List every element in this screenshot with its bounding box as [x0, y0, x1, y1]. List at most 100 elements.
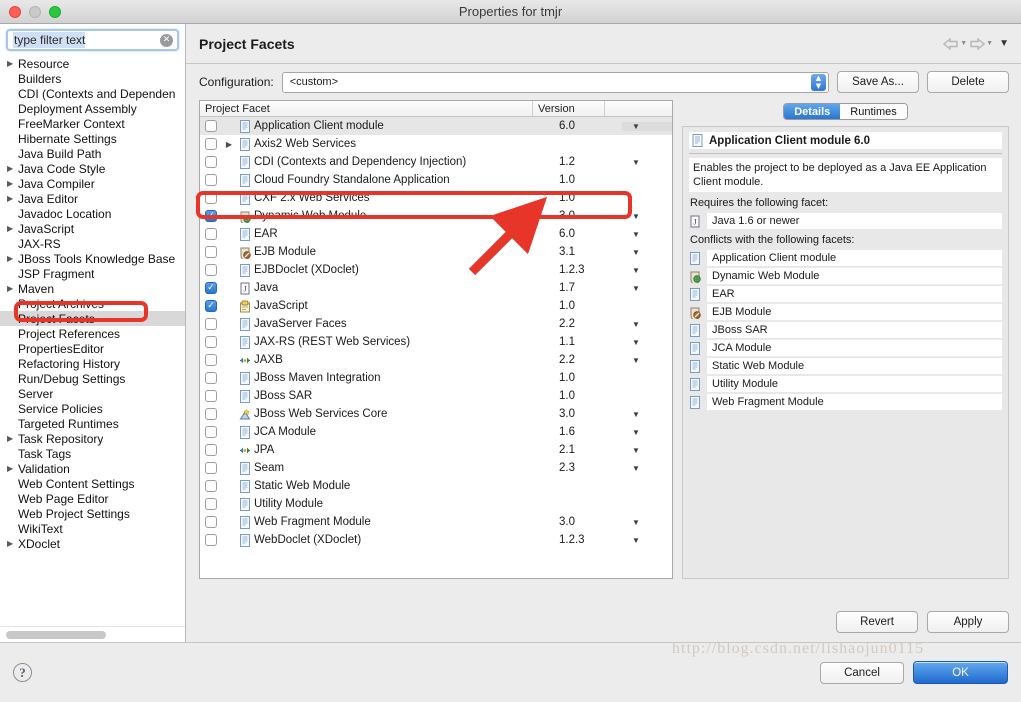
sidebar-item-java-compiler[interactable]: ▶ Java Compiler [0, 176, 185, 191]
sidebar-item-jsp-fragment[interactable]: JSP Fragment [0, 266, 185, 281]
page-menu-chevron-down-icon[interactable]: ▼ [999, 38, 1009, 49]
checkbox-icon[interactable] [205, 354, 217, 366]
table-row[interactable]: Web Fragment Module 3.0 ▼ [200, 513, 672, 531]
expand-triangle-icon[interactable]: ▶ [7, 224, 18, 233]
clear-circle-icon[interactable]: ✕ [160, 33, 173, 47]
table-row[interactable]: ✓ JavaScript 1.0 [200, 297, 672, 315]
version-dropdown-chevron-down-icon[interactable]: ▼ [622, 284, 672, 293]
version-dropdown-chevron-down-icon[interactable]: ▼ [622, 248, 672, 257]
sidebar-item-server[interactable]: Server [0, 386, 185, 401]
table-row[interactable]: JPA 2.1 ▼ [200, 441, 672, 459]
sidebar-item-web-project-settings[interactable]: Web Project Settings [0, 506, 185, 521]
details-tabs[interactable]: Details Runtimes [682, 100, 1009, 120]
checkbox-icon[interactable] [205, 516, 217, 528]
sidebar-item-jboss-tools-knowledge-base[interactable]: ▶ JBoss Tools Knowledge Base [0, 251, 185, 266]
expand-triangle-icon[interactable]: ▶ [7, 284, 18, 293]
sidebar-item-project-facets[interactable]: Project Facets [0, 311, 185, 326]
expand-triangle-icon[interactable]: ▶ [7, 254, 18, 263]
table-row[interactable]: JBoss Maven Integration 1.0 [200, 369, 672, 387]
expand-triangle-icon[interactable]: ▶ [7, 194, 18, 203]
checkbox-icon[interactable] [205, 462, 217, 474]
sidebar-item-wikitext[interactable]: WikiText [0, 521, 185, 536]
table-row[interactable]: JBoss Web Services Core 3.0 ▼ [200, 405, 672, 423]
delete-button[interactable]: Delete [927, 71, 1009, 93]
sidebar-item-refactoring-history[interactable]: Refactoring History [0, 356, 185, 371]
column-header-version[interactable]: Version [533, 101, 605, 116]
facet-checkbox[interactable] [200, 120, 222, 132]
column-header-project-facet[interactable]: Project Facet [200, 101, 533, 116]
checkbox-icon[interactable] [205, 408, 217, 420]
revert-button[interactable]: Revert [836, 611, 918, 633]
checkbox-icon[interactable] [205, 192, 217, 204]
facet-checkbox[interactable] [200, 318, 222, 330]
checkbox-icon[interactable] [205, 228, 217, 240]
sidebar-item-web-content-settings[interactable]: Web Content Settings [0, 476, 185, 491]
facet-checkbox[interactable] [200, 264, 222, 276]
table-row[interactable]: ▶ Axis2 Web Services [200, 135, 672, 153]
table-row[interactable]: JAX-RS (REST Web Services) 1.1 ▼ [200, 333, 672, 351]
sidebar-item-propertieseditor[interactable]: PropertiesEditor [0, 341, 185, 356]
table-row[interactable]: CXF 2.x Web Services 1.0 [200, 189, 672, 207]
facet-checkbox[interactable] [200, 174, 222, 186]
facet-checkbox[interactable] [200, 408, 222, 420]
sidebar-item-freemarker-context[interactable]: FreeMarker Context [0, 116, 185, 131]
expand-triangle-icon[interactable]: ▶ [7, 464, 18, 473]
facet-checkbox[interactable] [200, 516, 222, 528]
cancel-button[interactable]: Cancel [820, 661, 904, 684]
tab-details[interactable]: Details [784, 104, 841, 119]
help-icon[interactable]: ? [13, 663, 32, 682]
checkbox-icon[interactable] [205, 336, 217, 348]
checkbox-icon[interactable] [205, 498, 217, 510]
ok-button[interactable]: OK [913, 661, 1008, 684]
checkbox-icon[interactable] [205, 264, 217, 276]
facet-checkbox[interactable] [200, 480, 222, 492]
column-header-blank[interactable] [605, 101, 672, 116]
facet-checkbox[interactable] [200, 498, 222, 510]
checkbox-icon[interactable] [205, 372, 217, 384]
table-row[interactable]: Cloud Foundry Standalone Application 1.0 [200, 171, 672, 189]
sidebar-item-deployment-assembly[interactable]: Deployment Assembly [0, 101, 185, 116]
checkbox-icon[interactable] [205, 138, 217, 150]
version-dropdown-chevron-down-icon[interactable]: ▼ [622, 338, 672, 347]
facet-checkbox[interactable] [200, 228, 222, 240]
facet-checkbox[interactable] [200, 138, 222, 150]
version-dropdown-chevron-down-icon[interactable]: ▼ [622, 428, 672, 437]
expand-triangle-icon[interactable]: ▶ [7, 434, 18, 443]
facet-checkbox[interactable]: ✓ [200, 300, 222, 312]
version-dropdown-chevron-down-icon[interactable]: ▼ [622, 266, 672, 275]
table-row[interactable]: JAXB 2.2 ▼ [200, 351, 672, 369]
sidebar-item-cdi-contexts-and-dependen[interactable]: CDI (Contexts and Dependen [0, 86, 185, 101]
tab-runtimes[interactable]: Runtimes [840, 104, 907, 119]
table-row[interactable]: Seam 2.3 ▼ [200, 459, 672, 477]
chevron-down-icon[interactable]: ▼ [960, 40, 967, 47]
version-dropdown-chevron-down-icon[interactable]: ▼ [622, 121, 672, 131]
facet-checkbox[interactable] [200, 372, 222, 384]
facet-checkbox[interactable] [200, 354, 222, 366]
facet-checkbox[interactable]: ✓ [200, 282, 222, 294]
checkbox-icon[interactable] [205, 444, 217, 456]
facet-checkbox[interactable] [200, 192, 222, 204]
checkbox-icon[interactable] [205, 390, 217, 402]
checkbox-icon[interactable] [205, 156, 217, 168]
scrollbar-thumb[interactable] [6, 630, 106, 639]
version-dropdown-chevron-down-icon[interactable]: ▼ [622, 410, 672, 419]
checkbox-checked-icon[interactable]: ✓ [205, 300, 217, 312]
table-row[interactable]: EJBDoclet (XDoclet) 1.2.3 ▼ [200, 261, 672, 279]
checkbox-icon[interactable] [205, 480, 217, 492]
sidebar-horizontal-scrollbar[interactable] [0, 626, 185, 642]
table-row[interactable]: Static Web Module [200, 477, 672, 495]
facet-checkbox[interactable] [200, 426, 222, 438]
version-dropdown-chevron-down-icon[interactable]: ▼ [622, 446, 672, 455]
sidebar-item-project-references[interactable]: Project References [0, 326, 185, 341]
search-input[interactable]: type filter text ✕ [6, 29, 179, 51]
table-row[interactable]: EAR 6.0 ▼ [200, 225, 672, 243]
version-dropdown-chevron-down-icon[interactable]: ▼ [622, 320, 672, 329]
expand-triangle-icon[interactable]: ▶ [7, 164, 18, 173]
facet-table-rows[interactable]: Application Client module 6.0 ▼ ▶ Axis2 Web … [200, 117, 672, 578]
table-row[interactable]: JavaServer Faces 2.2 ▼ [200, 315, 672, 333]
preferences-tree[interactable]: ▶ Resource Builders CDI (Contexts and Depen… [0, 55, 185, 626]
stepper-icon[interactable]: ▲ ▼ [811, 73, 826, 91]
sidebar-item-java-editor[interactable]: ▶ Java Editor [0, 191, 185, 206]
sidebar-item-resource[interactable]: ▶ Resource [0, 56, 185, 71]
checkbox-icon[interactable] [205, 246, 217, 258]
